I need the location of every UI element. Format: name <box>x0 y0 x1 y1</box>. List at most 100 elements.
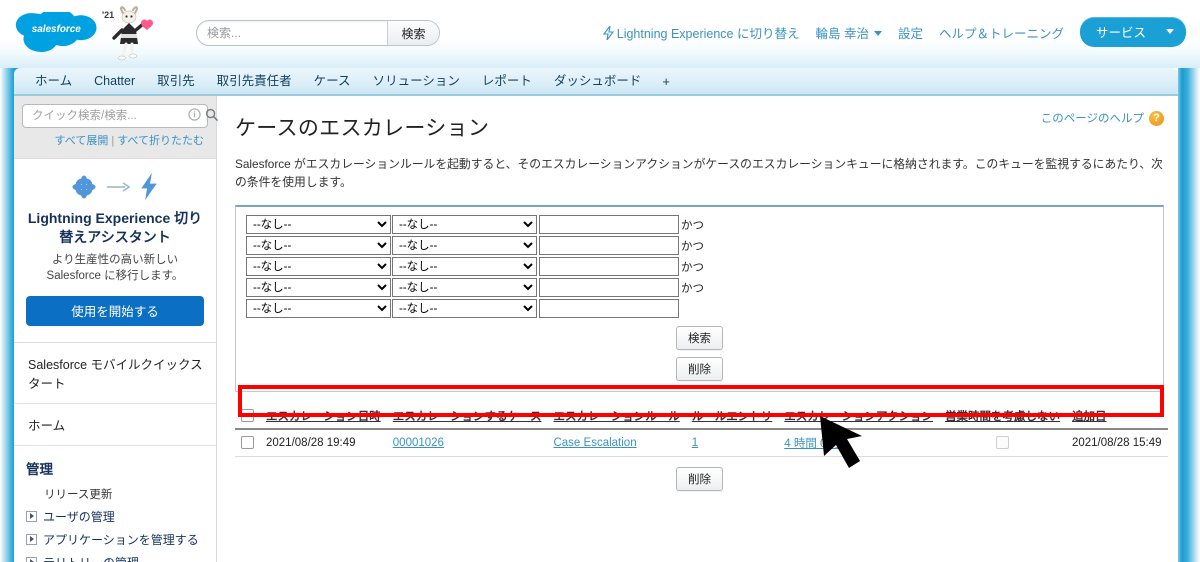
page-help-link[interactable]: このページのヘルプ ? <box>1041 110 1164 126</box>
lightning-bolt-icon <box>141 173 157 200</box>
filter-field-select[interactable]: --なし-- <box>246 278 391 298</box>
escalation-rule-cell: Case Escalation <box>547 429 686 458</box>
arrow-right-icon <box>106 182 130 191</box>
tab-contacts[interactable]: 取引先責任者 <box>206 67 303 95</box>
sidebar-item-label: テリトリーの管理 <box>43 554 139 562</box>
select-all-checkbox[interactable] <box>241 409 254 423</box>
question-mark-icon: ? <box>1149 110 1164 126</box>
user-menu-link[interactable]: 輪島 幸治 <box>815 23 882 42</box>
filter-operator-select[interactable]: --なし-- <box>392 236 537 256</box>
quick-search-box[interactable] <box>22 104 218 128</box>
help-and-training-link[interactable]: ヘルプ＆トレーニング <box>939 23 1064 42</box>
filter-field-select[interactable]: --なし-- <box>246 257 391 277</box>
sidebar-item-mobile-quickstart[interactable]: Salesforce モバイルクイックスタート <box>14 343 216 404</box>
tab-accounts[interactable]: 取引先 <box>146 67 206 95</box>
chevron-down-icon <box>873 30 882 36</box>
tab-home[interactable]: ホーム <box>24 67 83 95</box>
filter-and-label: かつ <box>681 219 704 232</box>
table-head: エスカレーション日時 エスカレーションするケース エスカレーションルール ルール… <box>235 406 1168 431</box>
header-links: Lightning Experience に切り替え 輪島 幸治 設定 ヘルプ＆… <box>602 17 1186 47</box>
expand-collapse-links: すべて展開 | すべて折りたたむ <box>22 128 208 154</box>
rule-entry-link[interactable]: 1 <box>692 437 698 449</box>
filter-value-input[interactable] <box>539 236 679 256</box>
app-menu-button[interactable]: サービス <box>1080 17 1186 47</box>
filter-row: --なし-- --なし-- <box>246 299 1153 319</box>
case-number-link[interactable]: 00001026 <box>393 437 444 449</box>
filter-row: --なし-- --なし-- かつ <box>246 257 1153 277</box>
global-search-box[interactable]: 検索 <box>196 20 440 46</box>
tab-cases[interactable]: ケース <box>303 67 362 95</box>
filter-row: --なし-- --なし-- かつ <box>246 236 1153 256</box>
filter-field-select[interactable]: --なし-- <box>246 299 391 319</box>
sidebar-item-release-updates[interactable]: リリース更新 <box>14 483 216 505</box>
sidebar-item-home[interactable]: ホーム <box>14 404 216 446</box>
row-checkbox[interactable] <box>241 436 254 450</box>
filter-operator-select[interactable]: --なし-- <box>392 215 537 235</box>
expand-triangle-icon[interactable] <box>26 510 37 522</box>
expand-triangle-icon[interactable] <box>26 533 37 545</box>
column-header-rule-entry: ルールエントリ <box>685 406 779 431</box>
column-header-case: エスカレーションするケース <box>386 406 548 431</box>
filter-operator-select[interactable]: --なし-- <box>392 257 537 277</box>
navigation-tab-bar: ホーム Chatter 取引先 取引先責任者 ケース ソリューション レポート … <box>14 68 1178 96</box>
filter-field-select[interactable]: --なし-- <box>246 236 391 256</box>
table-row[interactable]: 2021/08/28 19:49 00001026 Case Escalatio… <box>235 429 1168 458</box>
column-header-escalation-rule: エスカレーションルール <box>547 406 686 431</box>
lightning-bolt-icon <box>602 25 614 40</box>
select-all-header <box>235 406 260 431</box>
lex-panel-description: より生産性の高い新しい Salesforce に移行します。 <box>46 253 184 282</box>
tab-reports[interactable]: レポート <box>471 67 543 95</box>
salesforce-logo[interactable]: salesforce '21 <box>14 6 153 61</box>
page-header: ケースのエスカレーション このページのヘルプ ? <box>235 108 1164 142</box>
main-content: ケースのエスカレーション このページのヘルプ ? Salesforce がエスカ… <box>217 96 1178 562</box>
column-header-ignore-business-hours: 営業時間を考慮しない <box>938 406 1066 431</box>
sidebar-item-manage-users[interactable]: ユーザの管理 <box>14 505 216 528</box>
body-area: すべて展開|すべて折りたたむ <box>14 96 1178 562</box>
added-date-cell: 2021/08/28 15:49 <box>1065 429 1168 458</box>
page-title: ケースのエスカレーション <box>235 117 490 140</box>
filter-row: --なし-- --なし-- かつ <box>246 278 1153 298</box>
escalation-action-link[interactable]: 4 時間 0 分 <box>784 438 841 450</box>
sidebar-item-manage-territories[interactable]: テリトリーの管理 <box>14 551 216 562</box>
page-help-label: このページのヘルプ <box>1040 113 1144 125</box>
clover-icon <box>72 174 96 199</box>
quick-search-input[interactable] <box>30 109 188 123</box>
global-search-input[interactable] <box>197 21 387 45</box>
setup-link[interactable]: 設定 <box>898 23 923 42</box>
collapse-all-link[interactable]: すべて折りたたむ <box>117 135 204 147</box>
add-tab-button[interactable]: + <box>652 74 680 89</box>
expand-all-link[interactable]: すべて展開 <box>55 135 109 147</box>
switch-to-lightning-link[interactable]: Lightning Experience に切り替え <box>602 23 799 42</box>
info-icon[interactable] <box>188 108 201 124</box>
sidebar-item-label: アプリケーションを管理する <box>43 532 199 547</box>
filter-value-input[interactable] <box>539 257 679 277</box>
escalation-rule-link[interactable]: Case Escalation <box>553 437 636 449</box>
get-started-button[interactable]: 使用を開始する <box>26 295 204 326</box>
sidebar-item-manage-apps[interactable]: アプリケーションを管理する <box>14 528 216 551</box>
row-select-cell <box>235 429 260 458</box>
global-search-button[interactable]: 検索 <box>387 21 439 45</box>
filter-value-input[interactable] <box>539 299 679 319</box>
filter-operator-select[interactable]: --なし-- <box>392 299 537 319</box>
filter-search-row: 検索 <box>246 326 1153 351</box>
filter-delete-button[interactable]: 削除 <box>676 357 723 382</box>
case-number-cell: 00001026 <box>386 429 548 458</box>
ignore-business-hours-cell <box>938 429 1066 458</box>
table-footer: 削除 <box>235 457 1164 492</box>
filter-field-select[interactable]: --なし-- <box>246 215 391 235</box>
filter-and-label: かつ <box>681 240 704 253</box>
filter-value-input[interactable] <box>539 215 679 235</box>
expand-triangle-icon[interactable] <box>26 556 37 562</box>
escalation-datetime-cell: 2021/08/28 19:49 <box>260 429 387 458</box>
cloud-logo-icon: salesforce <box>15 12 97 52</box>
tab-chatter[interactable]: Chatter <box>83 67 146 95</box>
results-area: エスカレーション日時 エスカレーションするケース エスカレーションルール ルール… <box>235 406 1168 492</box>
filter-value-input[interactable] <box>539 278 679 298</box>
tab-solutions[interactable]: ソリューション <box>362 67 471 95</box>
column-header-escalation-datetime: エスカレーション日時 <box>260 406 387 431</box>
filter-operator-select[interactable]: --なし-- <box>392 278 537 298</box>
filter-search-button[interactable]: 検索 <box>676 326 723 351</box>
tab-dashboards[interactable]: ダッシュボード <box>543 67 653 95</box>
table-delete-button[interactable]: 削除 <box>676 467 723 492</box>
column-header-added-date: 追加日 <box>1065 406 1168 431</box>
